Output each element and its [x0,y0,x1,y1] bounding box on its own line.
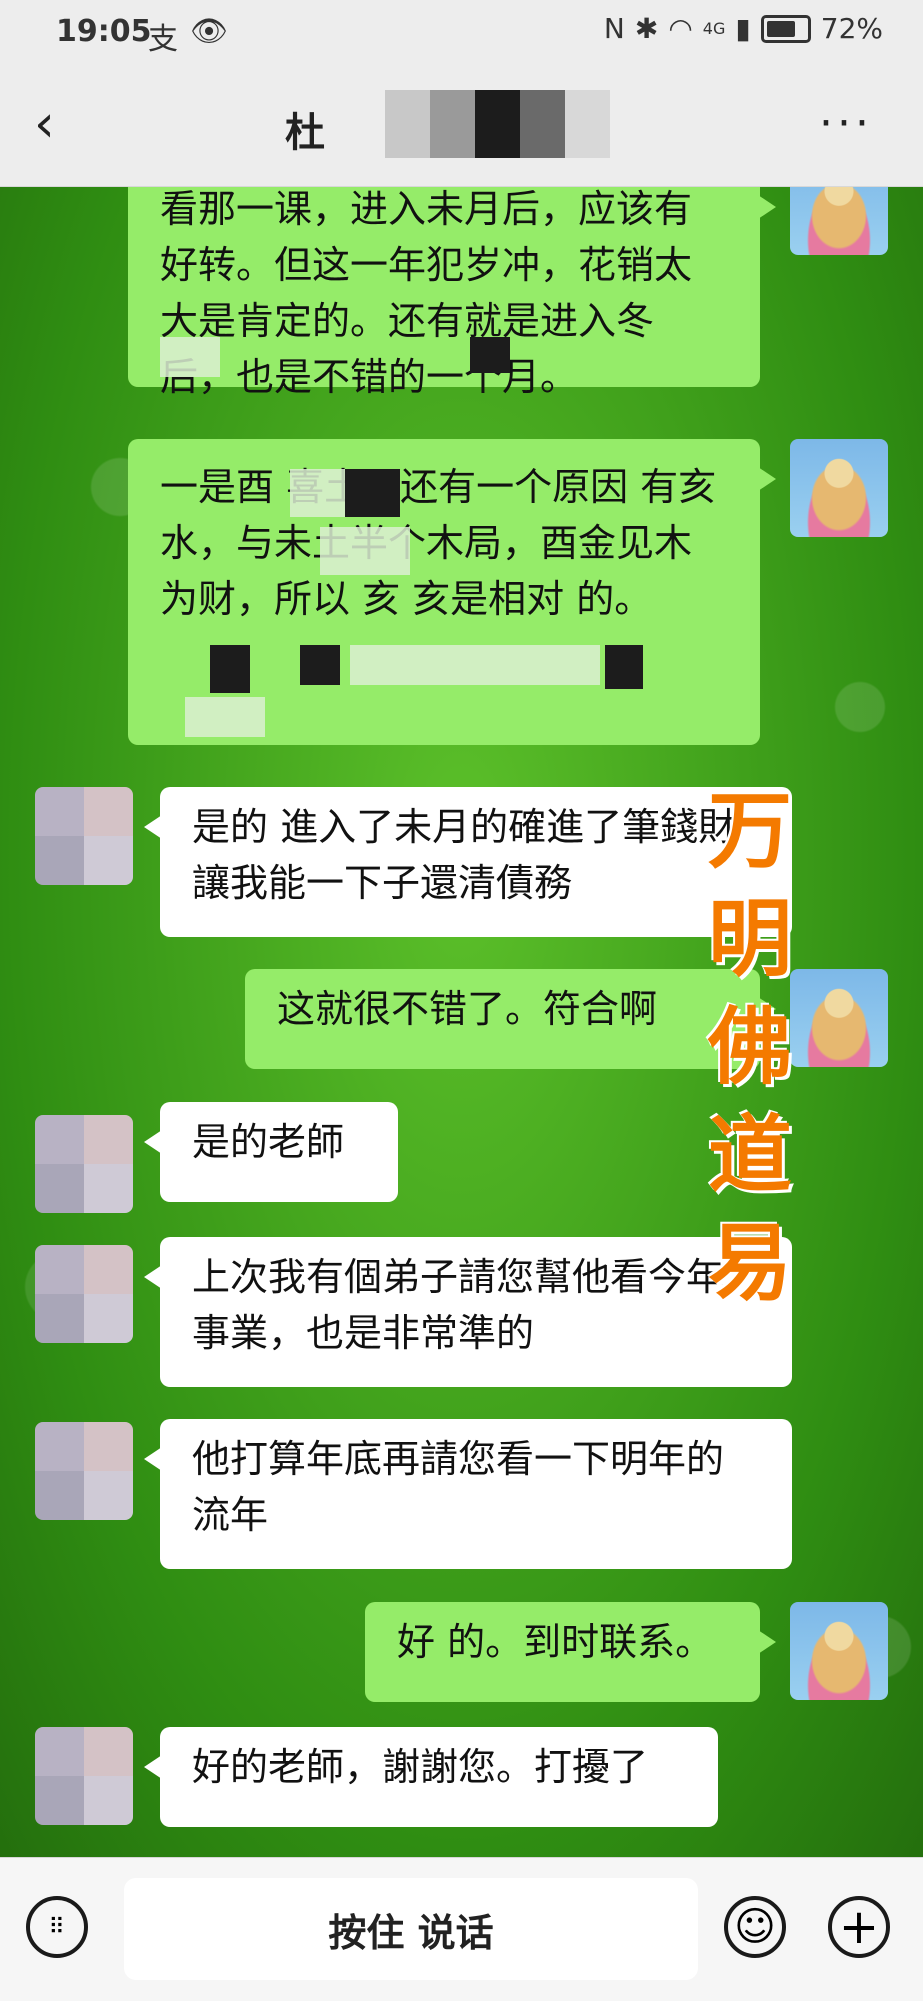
chat-header: ‹ 杜 ··· [0,64,923,187]
mosaic [185,697,265,737]
mosaic [300,645,340,685]
mosaic [345,469,400,517]
message-text: 是的 進入了未月的確進了筆錢財 讓我能一下子還清債務 [192,805,737,905]
mosaic [160,337,220,377]
message-bubble[interactable]: 他打算年底再請您看一下明年的流年 [144,1419,792,1569]
mosaic [210,645,250,693]
back-icon[interactable]: ‹ [34,94,80,154]
signal-icon: ▮ [735,12,751,45]
message-bubble[interactable]: 是的老師 [144,1102,398,1202]
contact-avatar[interactable] [35,787,133,885]
message-text: 看那一课，进入未月后，应该有好转。但这一年犯岁冲，花销太大是肯定的。还有就是进入… [160,187,693,399]
message-text: 一是酉 喜土，还有一个原因 有亥水，与未土半个木局，酉金见木为财，所以 亥 亥是… [160,465,717,621]
input-bar: ⠿ 按住 说话 ☺ + [0,1857,923,2001]
mosaic [605,645,643,689]
message-text: 他打算年底再請您看一下明年的流年 [192,1437,725,1537]
eye-icon: 👁 [190,14,229,49]
bluetooth-icon: ✱ [634,12,659,45]
message-text: 是的老師 [192,1120,345,1164]
hold-to-talk-button[interactable]: 按住 说话 [124,1878,698,1980]
mosaic [320,527,410,575]
status-bar: 19:05 支 👁 N ✱ ◠ 4G ▮ 72% [0,0,923,64]
nfc-icon: N [603,12,625,45]
more-icon[interactable]: ··· [819,98,873,149]
message-text: 这就很不错了。符合啊 [277,987,658,1031]
message-bubble[interactable]: 好的老師，謝謝您。打擾了 [144,1727,718,1827]
my-avatar[interactable] [790,1602,888,1700]
message-text: 上次我有個弟子請您幫他看今年事業，也是非常準的 [192,1255,725,1355]
message-text: 好的老師，謝謝您。打擾了 [192,1745,649,1789]
message-text: 好 的。到时联系。 [397,1620,714,1664]
alipay-icon: 支 [148,22,178,57]
contact-avatar[interactable] [35,1115,133,1213]
message-bubble[interactable]: 是的 進入了未月的確進了筆錢財 讓我能一下子還清債務 [144,787,792,937]
network-label: 4G [702,19,726,38]
wifi-icon: ◠ [668,12,693,45]
mosaic [350,645,600,685]
mosaic [470,337,510,373]
message-bubble[interactable]: 好 的。到时联系。 [365,1602,776,1702]
mosaic [290,469,350,517]
message-bubble[interactable]: 上次我有個弟子請您幫他看今年事業，也是非常準的 [144,1237,792,1387]
message-bubble[interactable]: 看那一课，进入未月后，应该有好转。但这一年犯岁冲，花销太大是肯定的。还有就是进入… [128,187,776,399]
battery-icon [760,14,811,43]
contact-avatar[interactable] [35,1245,133,1343]
plus-icon[interactable]: + [828,1896,890,1958]
battery-level: 72% [820,12,883,45]
message-bubble[interactable]: 这就很不错了。符合啊 [245,969,776,1069]
my-avatar[interactable] [790,187,888,255]
contact-avatar[interactable] [35,1727,133,1825]
status-time: 19:05 [56,14,152,49]
watermark-text: 万明佛道易 [707,781,792,1312]
title-mosaic [385,90,655,158]
status-left-icons: 支 👁 [148,14,228,58]
keyboard-icon[interactable]: ⠿ [26,1896,88,1958]
emoji-icon[interactable]: ☺ [724,1896,786,1958]
my-avatar[interactable] [790,969,888,1067]
my-avatar[interactable] [790,439,888,537]
chat-area: 看那一课，进入未月后，应该有好转。但这一年犯岁冲，花销太大是肯定的。还有就是进入… [0,187,923,1857]
status-right: N ✱ ◠ 4G ▮ 72% [604,12,883,45]
contact-avatar[interactable] [35,1422,133,1520]
chat-title: 杜 [285,110,325,156]
